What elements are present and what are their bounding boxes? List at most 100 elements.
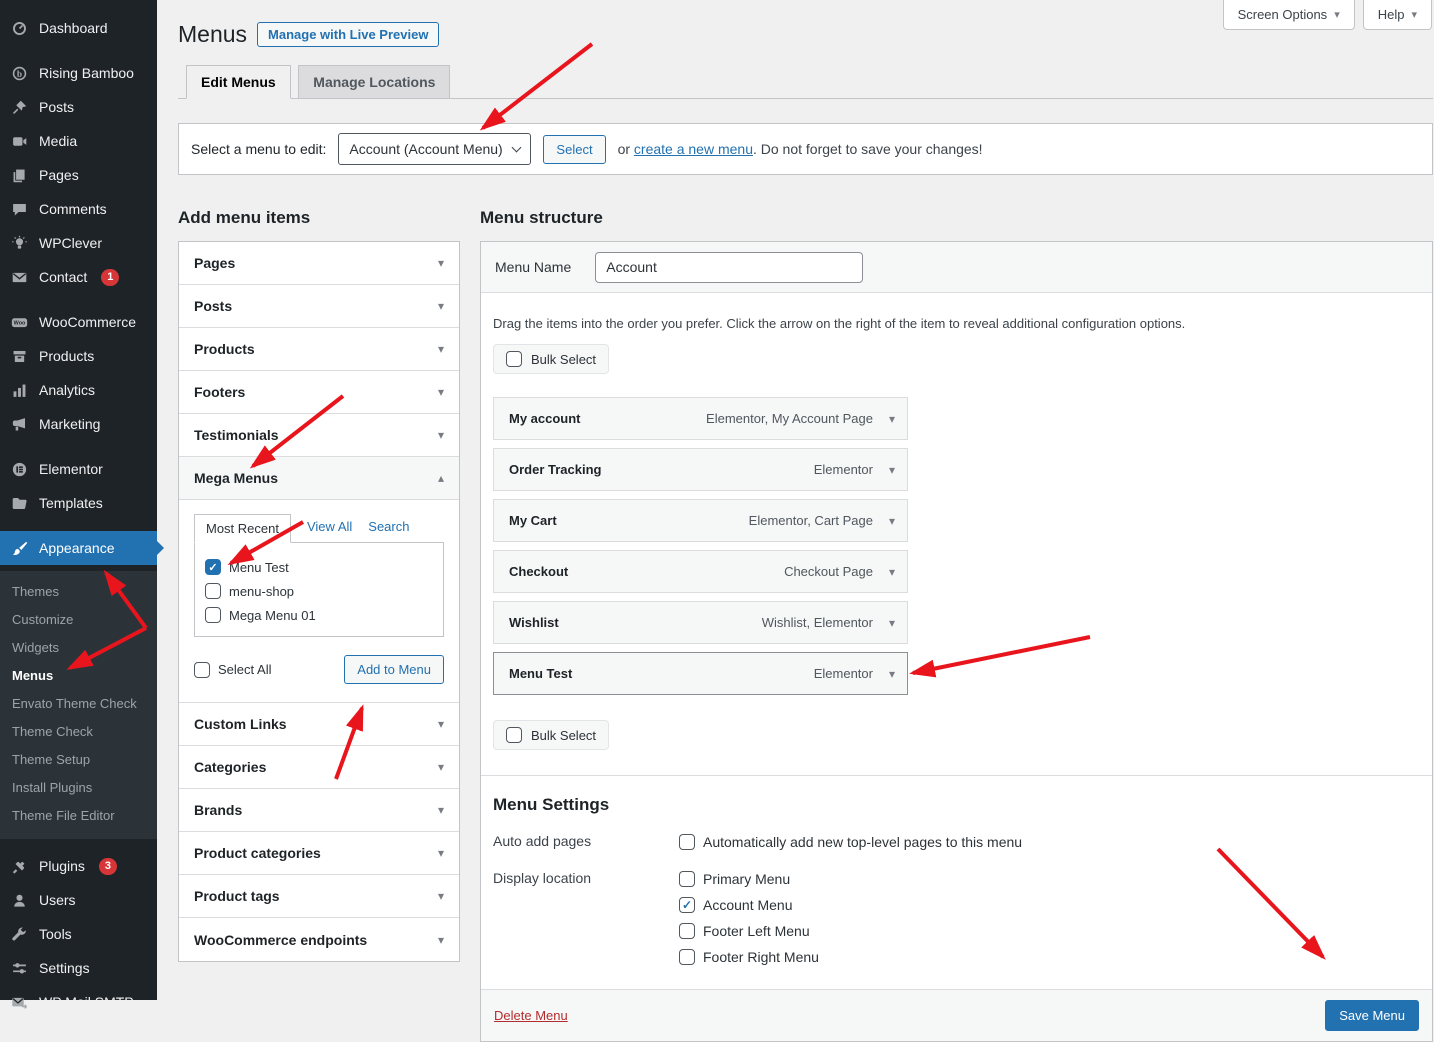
- sidebar-item-pages[interactable]: Pages: [0, 158, 157, 192]
- sidebar-item-wp-mail-smtp[interactable]: WP Mail SMTP: [0, 985, 157, 1019]
- sidebar-item-woocommerce[interactable]: Woo WooCommerce: [0, 305, 157, 339]
- live-preview-button[interactable]: Manage with Live Preview: [257, 22, 439, 47]
- sidebar-item-media[interactable]: Media: [0, 124, 157, 158]
- chevron-down-icon: ▾: [438, 385, 444, 399]
- menu-item-type: Elementor: [814, 666, 873, 681]
- sidebar-item-tools[interactable]: Tools: [0, 917, 157, 951]
- sidebar-item-plugins[interactable]: Plugins 3: [0, 849, 157, 883]
- sidebar-item-dashboard[interactable]: Dashboard: [0, 11, 157, 45]
- list-item-mega-menu-01[interactable]: Mega Menu 01: [205, 603, 433, 627]
- footer-left-menu-checkbox[interactable]: [679, 923, 695, 939]
- help-button[interactable]: Help ▾: [1363, 0, 1432, 30]
- menu-item-my-cart[interactable]: My Cart Elementor, Cart Page ▾: [493, 499, 908, 542]
- tab-edit-menus[interactable]: Edit Menus: [186, 65, 291, 99]
- accordion-section-pages[interactable]: Pages ▾: [179, 242, 459, 285]
- sidebar-item-posts[interactable]: Posts: [0, 90, 157, 124]
- menu-item-checkout[interactable]: Checkout Checkout Page ▾: [493, 550, 908, 593]
- menu-select-dropdown[interactable]: Account (Account Menu): [338, 133, 531, 165]
- checkbox-mega-menu-01[interactable]: [205, 607, 221, 623]
- expand-item-arrow[interactable]: ▾: [889, 412, 895, 426]
- location-footer-right-menu[interactable]: Footer Right Menu: [679, 947, 819, 967]
- select-button[interactable]: Select: [543, 135, 605, 164]
- location-account-menu[interactable]: Account Menu: [679, 895, 819, 915]
- bulk-select-checkbox-bottom[interactable]: [506, 727, 522, 743]
- sidebar-item-elementor[interactable]: Elementor: [0, 452, 157, 486]
- accordion-section-footers[interactable]: Footers ▾: [179, 371, 459, 414]
- footer-right-menu-checkbox[interactable]: [679, 949, 695, 965]
- create-new-menu-link[interactable]: create a new menu: [634, 141, 753, 157]
- menu-item-label: Checkout: [509, 564, 568, 579]
- expand-item-arrow[interactable]: ▾: [889, 463, 895, 477]
- accordion-section-posts[interactable]: Posts ▾: [179, 285, 459, 328]
- expand-item-arrow[interactable]: ▾: [889, 616, 895, 630]
- checkbox-menu-shop[interactable]: [205, 583, 221, 599]
- sidebar-item-users[interactable]: Users: [0, 883, 157, 917]
- screen-options-button[interactable]: Screen Options ▾: [1223, 0, 1355, 30]
- tab-manage-locations[interactable]: Manage Locations: [298, 65, 450, 98]
- menu-item-my-account[interactable]: My account Elementor, My Account Page ▾: [493, 397, 908, 440]
- bulk-select-control[interactable]: Bulk Select: [493, 344, 609, 374]
- sidebar-item-theme-setup[interactable]: Theme Setup: [0, 746, 157, 774]
- sidebar-item-envato-theme-check[interactable]: Envato Theme Check: [0, 690, 157, 718]
- select-menu-bar: Select a menu to edit: Account (Account …: [178, 123, 1433, 175]
- delete-menu-link[interactable]: Delete Menu: [494, 1008, 568, 1023]
- accordion-section-testimonials[interactable]: Testimonials ▾: [179, 414, 459, 457]
- accordion-section-categories[interactable]: Categories ▾: [179, 746, 459, 789]
- list-item-label: menu-shop: [229, 584, 294, 599]
- accordion-section-woocommerce-endpoints[interactable]: WooCommerce endpoints ▾: [179, 918, 459, 961]
- select-all-control[interactable]: Select All: [194, 658, 271, 682]
- list-item-menu-test[interactable]: Menu Test: [205, 555, 433, 579]
- expand-item-arrow[interactable]: ▾: [889, 667, 895, 681]
- contact-count-badge: 1: [101, 269, 119, 286]
- sidebar-item-theme-file-editor[interactable]: Theme File Editor: [0, 802, 157, 830]
- tab-view-all[interactable]: View All: [307, 519, 352, 542]
- sidebar-item-templates[interactable]: Templates: [0, 486, 157, 520]
- sidebar-item-wpclever[interactable]: WPClever: [0, 226, 157, 260]
- accordion-section-custom-links[interactable]: Custom Links ▾: [179, 703, 459, 746]
- sidebar-item-settings[interactable]: Settings: [0, 951, 157, 985]
- auto-add-pages-option[interactable]: Automatically add new top-level pages to…: [679, 832, 1022, 852]
- primary-menu-checkbox[interactable]: [679, 871, 695, 887]
- location-footer-left-menu[interactable]: Footer Left Menu: [679, 921, 819, 941]
- menu-structure-box: Menu Name Drag the items into the order …: [480, 241, 1433, 1042]
- list-item-menu-shop[interactable]: menu-shop: [205, 579, 433, 603]
- sidebar-item-customize[interactable]: Customize: [0, 606, 157, 634]
- save-menu-button[interactable]: Save Menu: [1325, 1000, 1419, 1031]
- accordion-section-brands[interactable]: Brands ▾: [179, 789, 459, 832]
- sidebar-item-rising-bamboo[interactable]: b Rising Bamboo: [0, 56, 157, 90]
- accordion-section-product-tags[interactable]: Product tags ▾: [179, 875, 459, 918]
- sidebar-item-label: Tools: [39, 926, 72, 942]
- accordion-section-product-categories[interactable]: Product categories ▾: [179, 832, 459, 875]
- sidebar-item-products[interactable]: Products: [0, 339, 157, 373]
- expand-item-arrow[interactable]: ▾: [889, 514, 895, 528]
- sidebar-item-marketing[interactable]: Marketing: [0, 407, 157, 441]
- checkbox-select-all[interactable]: [194, 662, 210, 678]
- sidebar-item-themes[interactable]: Themes: [0, 578, 157, 606]
- menu-item-wishlist[interactable]: Wishlist Wishlist, Elementor ▾: [493, 601, 908, 644]
- location-primary-menu[interactable]: Primary Menu: [679, 869, 819, 889]
- bulk-select-control-bottom[interactable]: Bulk Select: [493, 720, 609, 750]
- chevron-down-icon: ▾: [438, 342, 444, 356]
- menu-item-order-tracking[interactable]: Order Tracking Elementor ▾: [493, 448, 908, 491]
- sidebar-item-widgets[interactable]: Widgets: [0, 634, 157, 662]
- user-icon: [9, 890, 29, 910]
- expand-item-arrow[interactable]: ▾: [889, 565, 895, 579]
- sidebar-item-appearance[interactable]: Appearance: [0, 531, 157, 565]
- accordion-section-products[interactable]: Products ▾: [179, 328, 459, 371]
- menu-item-menu-test[interactable]: Menu Test Elementor ▾: [493, 652, 908, 695]
- add-to-menu-button[interactable]: Add to Menu: [344, 655, 444, 684]
- tab-search[interactable]: Search: [368, 519, 409, 542]
- sidebar-item-analytics[interactable]: Analytics: [0, 373, 157, 407]
- sidebar-item-menus[interactable]: Menus: [0, 662, 157, 690]
- account-menu-checkbox[interactable]: [679, 897, 695, 913]
- menu-name-input[interactable]: [595, 252, 863, 283]
- checkbox-menu-test[interactable]: [205, 559, 221, 575]
- tab-most-recent[interactable]: Most Recent: [194, 514, 291, 543]
- sidebar-item-install-plugins[interactable]: Install Plugins: [0, 774, 157, 802]
- sidebar-item-comments[interactable]: Comments: [0, 192, 157, 226]
- sidebar-item-contact[interactable]: Contact 1: [0, 260, 157, 294]
- sidebar-item-theme-check[interactable]: Theme Check: [0, 718, 157, 746]
- accordion-section-mega-menus[interactable]: Mega Menus ▴: [179, 457, 459, 500]
- auto-add-pages-checkbox[interactable]: [679, 834, 695, 850]
- bulk-select-checkbox[interactable]: [506, 351, 522, 367]
